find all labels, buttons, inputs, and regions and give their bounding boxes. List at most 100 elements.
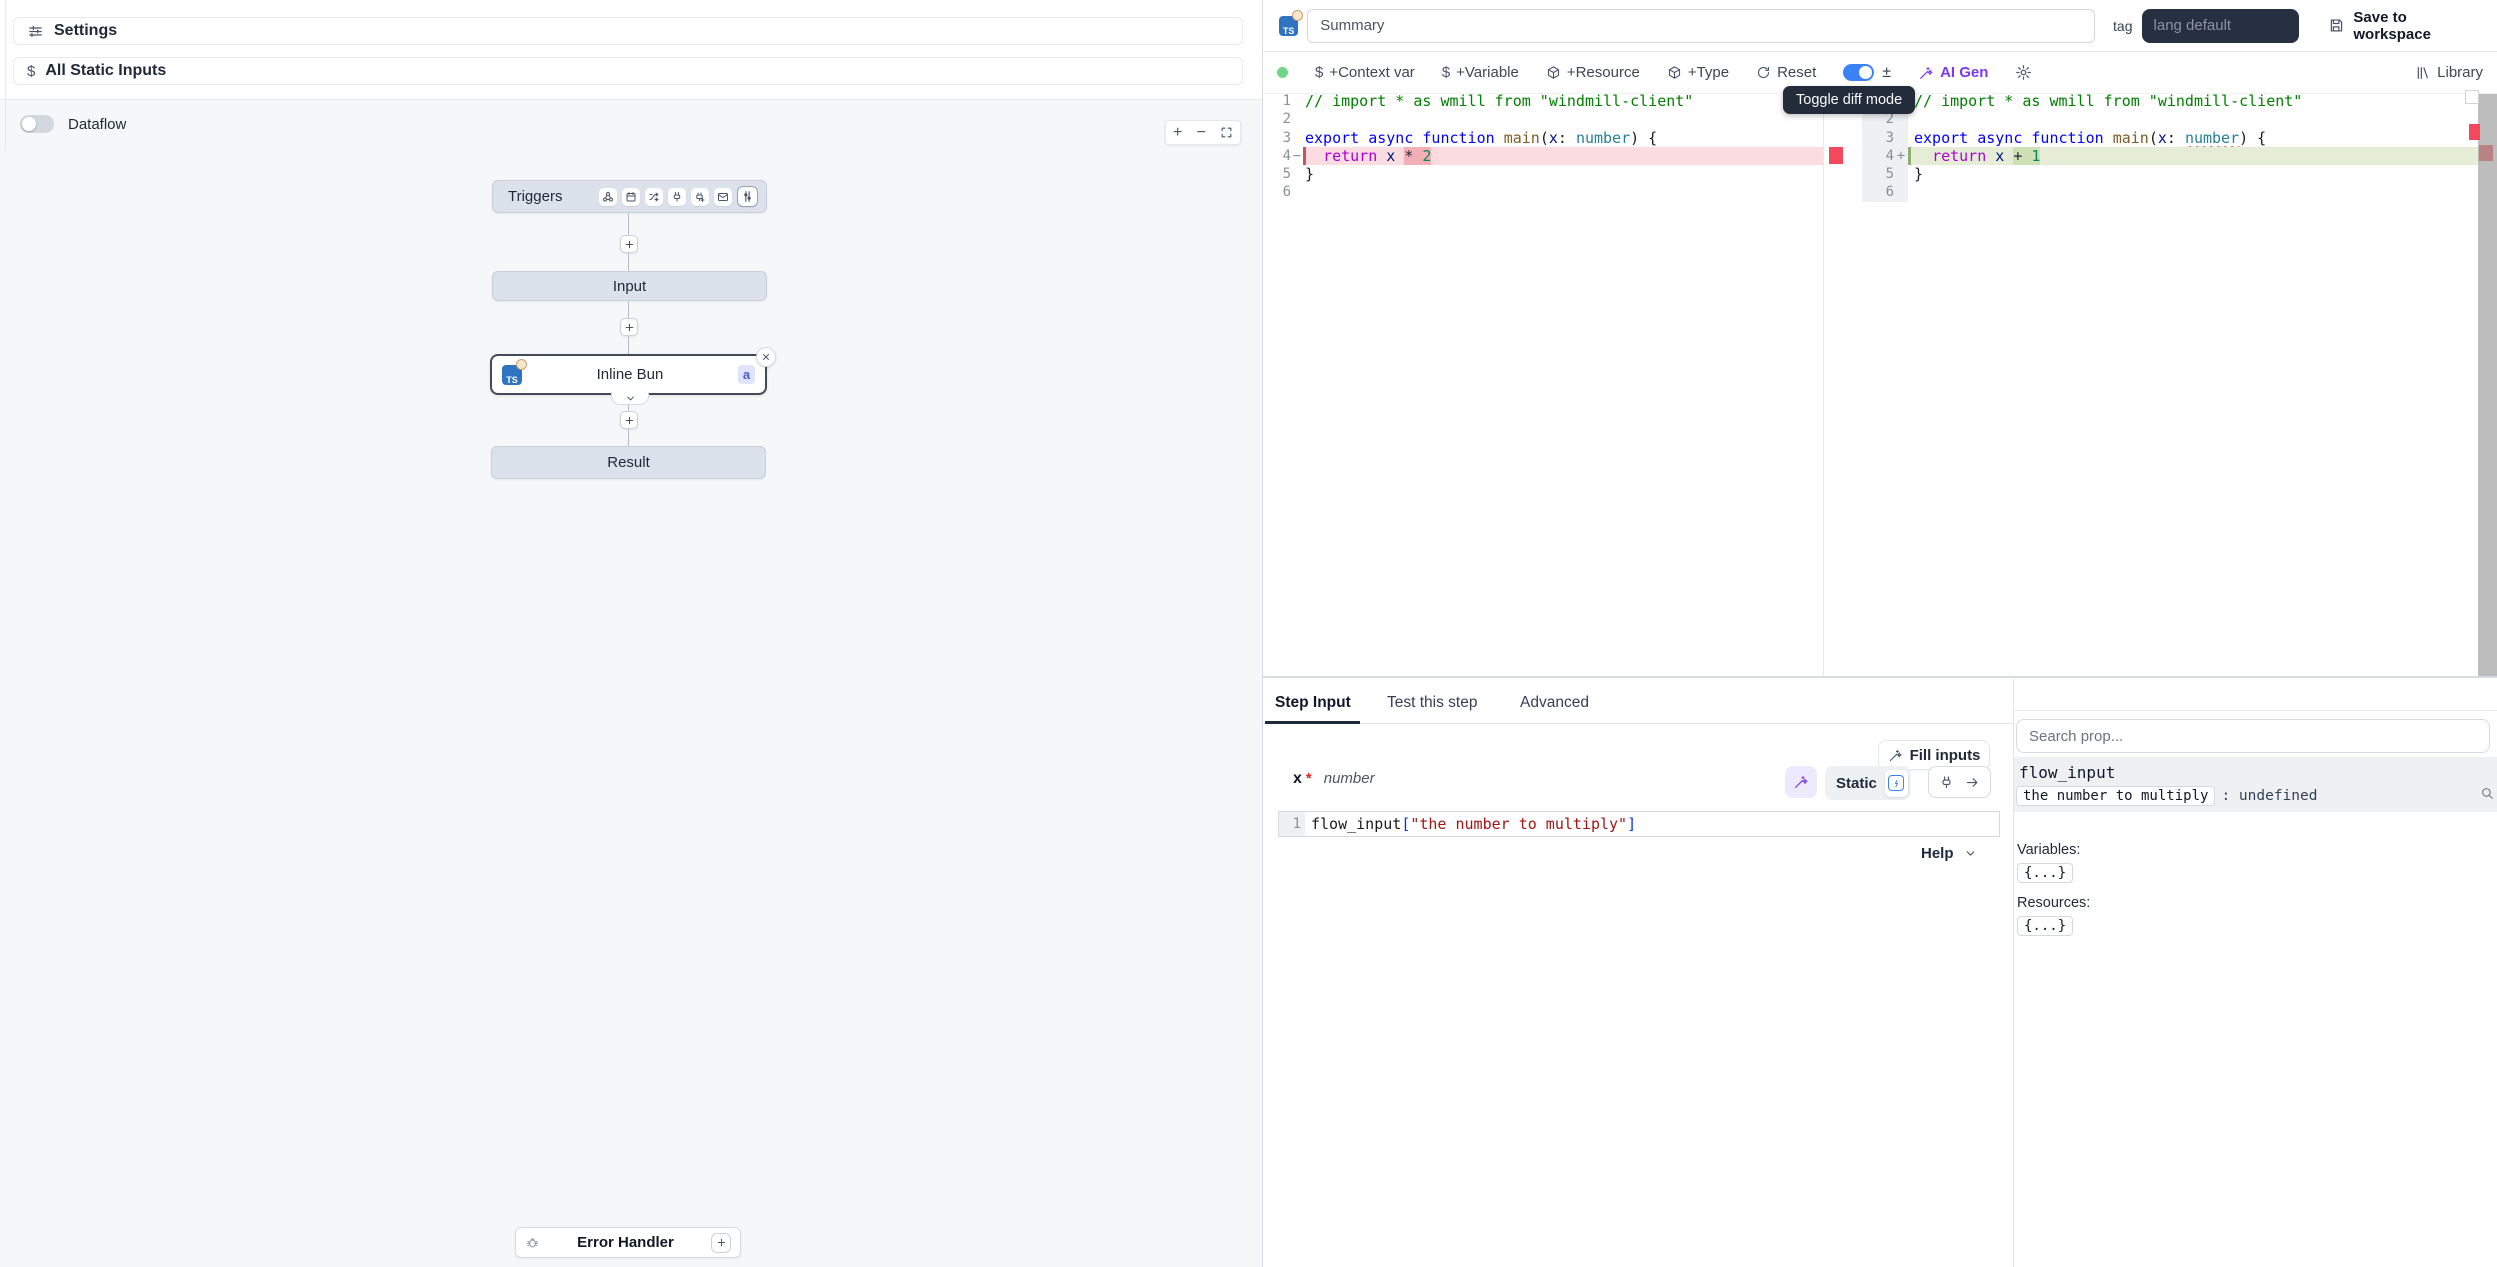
edge — [628, 213, 629, 235]
type-label: +Type — [1688, 64, 1729, 81]
help-dropdown[interactable]: Help — [1921, 845, 1977, 862]
tab-advanced[interactable]: Advanced — [1520, 694, 1589, 712]
route-trigger-icon[interactable] — [645, 188, 663, 206]
expression-code[interactable]: 1flow_input["the number to multiply"] — [1279, 812, 1999, 836]
input-node-label: Input — [613, 278, 646, 295]
prop-key-chip[interactable]: the number to multiply — [2016, 786, 2215, 806]
original-code[interactable]: 1// import * as wmill from "windmill-cli… — [1265, 94, 1823, 202]
connect-input-buttons[interactable] — [1928, 766, 1991, 798]
variable-label: +Variable — [1456, 64, 1519, 81]
diff-modified-pane[interactable]: 1// import * as wmill from "windmill-cli… — [1862, 94, 2478, 676]
zoom-in-button[interactable]: + — [1173, 125, 1182, 141]
context-var-label: +Context var — [1329, 64, 1414, 81]
static-mode-label: Static — [1836, 775, 1877, 792]
dataflow-label: Dataflow — [68, 116, 126, 133]
result-node[interactable]: Result — [491, 446, 766, 479]
prop-row[interactable]: the number to multiply : undefined — [2016, 786, 2317, 806]
search-icon[interactable] — [2480, 786, 2494, 800]
add-variable-button[interactable]: $ +Variable — [1442, 64, 1519, 81]
expand-step-chevron[interactable] — [611, 392, 649, 405]
arrow-right-icon — [1965, 775, 1980, 790]
input-expression-editor[interactable]: 1flow_input["the number to multiply"] — [1278, 811, 2000, 837]
flow-settings-label: Settings — [54, 22, 117, 40]
resources-chip[interactable]: {...} — [2017, 916, 2073, 936]
zoom-out-button[interactable]: − — [1196, 125, 1205, 141]
input-mode-switch[interactable]: Static — [1825, 766, 1911, 800]
email-trigger-icon[interactable] — [714, 188, 732, 206]
add-resource-button[interactable]: +Resource — [1546, 64, 1640, 81]
summary-input[interactable] — [1307, 9, 2095, 43]
delete-step-button[interactable] — [756, 347, 776, 367]
bun-logo-icon — [1292, 10, 1303, 21]
typescript-bun-icon: TS — [1279, 16, 1298, 36]
argument-type: number — [1324, 770, 1375, 787]
plus-icon — [716, 1237, 727, 1248]
error-handler-node[interactable]: Error Handler — [515, 1227, 741, 1258]
bug-icon — [525, 1235, 540, 1250]
postgres-trigger-icon[interactable] — [691, 188, 709, 206]
flow-top-bar — [0, 0, 1262, 100]
dollar-icon: $ — [27, 63, 35, 80]
chevron-down-icon — [1964, 847, 1977, 860]
plug-icon — [1939, 775, 1954, 790]
dataflow-toggle[interactable] — [20, 115, 54, 133]
triggers-node[interactable]: Triggers — [492, 180, 767, 213]
variables-chip[interactable]: {...} — [2017, 863, 2073, 883]
insert-step-button[interactable] — [620, 318, 638, 336]
insert-step-button[interactable] — [620, 411, 638, 429]
diff-original-pane[interactable]: 1// import * as wmill from "windmill-cli… — [1265, 94, 1843, 676]
webhook-trigger-icon[interactable] — [599, 188, 617, 206]
input-node[interactable]: Input — [492, 271, 767, 301]
overview-ruler[interactable] — [2478, 94, 2497, 676]
ts-badge-text: TS — [506, 375, 518, 385]
package-icon — [1667, 65, 1682, 80]
help-label: Help — [1921, 845, 1954, 862]
plus-icon — [624, 322, 635, 333]
library-button[interactable]: Library — [2415, 64, 2483, 81]
overview-error-marker — [2469, 124, 2480, 140]
plus-icon — [624, 415, 635, 426]
websocket-trigger-icon[interactable] — [668, 188, 686, 206]
dollar-icon: $ — [1442, 64, 1450, 81]
save-label: Save to workspace — [2353, 9, 2483, 43]
tab-step-input[interactable]: Step Input — [1275, 694, 1351, 712]
magic-wand-icon — [1918, 65, 1934, 81]
active-tab-underline — [1265, 721, 1360, 724]
prop-picker-sidebar: flow_input the number to multiply : unde… — [2013, 678, 2497, 1267]
add-context-var-button[interactable]: $ +Context var — [1315, 64, 1415, 81]
diff-mode-toggle[interactable] — [1843, 64, 1874, 81]
modified-code[interactable]: 1// import * as wmill from "windmill-cli… — [1862, 94, 2478, 202]
magic-wand-icon — [1888, 748, 1903, 763]
all-static-inputs-button[interactable]: $ All Static Inputs — [13, 57, 1243, 85]
flow-settings-button[interactable]: Settings — [13, 17, 1243, 45]
javascript-mode-chip[interactable] — [1885, 770, 1908, 797]
add-error-handler-button[interactable] — [711, 1233, 731, 1253]
reset-button[interactable]: Reset — [1756, 64, 1816, 81]
inline-bun-step-node[interactable]: TS Inline Bun a — [490, 354, 767, 395]
schedule-trigger-icon[interactable] — [622, 188, 640, 206]
trigger-icons — [599, 186, 758, 207]
save-to-workspace-button[interactable]: Save to workspace — [2328, 9, 2483, 43]
ai-fill-button[interactable] — [1785, 766, 1817, 798]
tab-test-this-step[interactable]: Test this step — [1387, 694, 1477, 712]
add-type-button[interactable]: +Type — [1667, 64, 1729, 81]
prop-search-input[interactable] — [2016, 719, 2490, 753]
tag-input[interactable] — [2142, 9, 2299, 43]
save-icon — [2328, 17, 2344, 34]
javascript-icon — [1888, 775, 1904, 791]
library-label: Library — [2437, 64, 2483, 81]
argument-row: x* number — [1293, 770, 1375, 788]
toggle-knob — [1859, 66, 1872, 79]
chevron-down-icon — [625, 393, 636, 404]
font-size-button[interactable]: ± — [1882, 64, 1891, 82]
tag-label: tag — [2113, 18, 2132, 34]
diff-sash[interactable] — [1823, 94, 1824, 676]
all-static-inputs-label: All Static Inputs — [45, 62, 166, 80]
gear-icon[interactable] — [2015, 64, 2032, 81]
diff-code-editor[interactable]: 1// import * as wmill from "windmill-cli… — [1263, 94, 2497, 676]
insert-step-button[interactable] — [620, 235, 638, 253]
ai-gen-button[interactable]: AI Gen — [1918, 64, 1988, 81]
kafka-trigger-icon[interactable] — [737, 186, 758, 207]
fullscreen-icon[interactable] — [1220, 126, 1233, 139]
edge — [628, 253, 629, 271]
